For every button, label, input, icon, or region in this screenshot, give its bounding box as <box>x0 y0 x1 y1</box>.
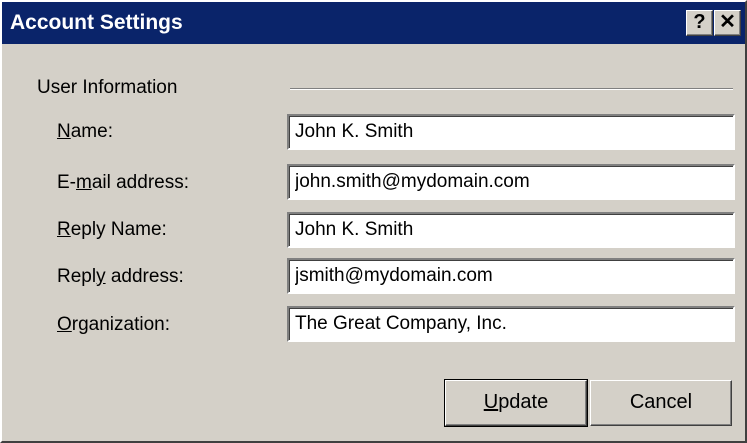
account-settings-dialog: Account Settings ? ✕ User Information Na… <box>0 0 747 443</box>
title-bar[interactable]: Account Settings ? ✕ <box>2 2 745 44</box>
organization-field[interactable] <box>287 306 735 342</box>
name-field[interactable] <box>287 114 735 150</box>
close-icon: ✕ <box>719 11 736 33</box>
reply-name-field[interactable] <box>287 212 735 248</box>
cancel-button[interactable]: Cancel <box>590 380 732 426</box>
dialog-title: Account Settings <box>10 11 183 34</box>
help-button[interactable]: ? <box>686 10 713 36</box>
user-information-group-label: User Information <box>37 77 178 98</box>
question-mark-icon: ? <box>693 11 706 33</box>
reply-address-label: Reply address: <box>57 266 184 287</box>
update-accelerator: U <box>483 391 499 413</box>
update-button[interactable]: Update <box>444 379 588 427</box>
group-divider <box>290 88 733 90</box>
reply-address-field[interactable] <box>287 258 735 294</box>
reply-address-accelerator: y <box>96 266 106 287</box>
close-button[interactable]: ✕ <box>714 10 741 36</box>
organization-label: Organization: <box>57 314 171 335</box>
name-label: Name: <box>57 121 113 142</box>
email-address-field[interactable] <box>287 164 735 200</box>
email-address-label: E-mail address: <box>57 172 189 193</box>
name-accelerator: N <box>57 121 71 142</box>
reply-name-label: Reply Name: <box>57 219 167 240</box>
reply-name-accelerator: R <box>57 219 71 240</box>
organization-accelerator: O <box>57 314 72 335</box>
email-accelerator: m <box>76 172 92 193</box>
